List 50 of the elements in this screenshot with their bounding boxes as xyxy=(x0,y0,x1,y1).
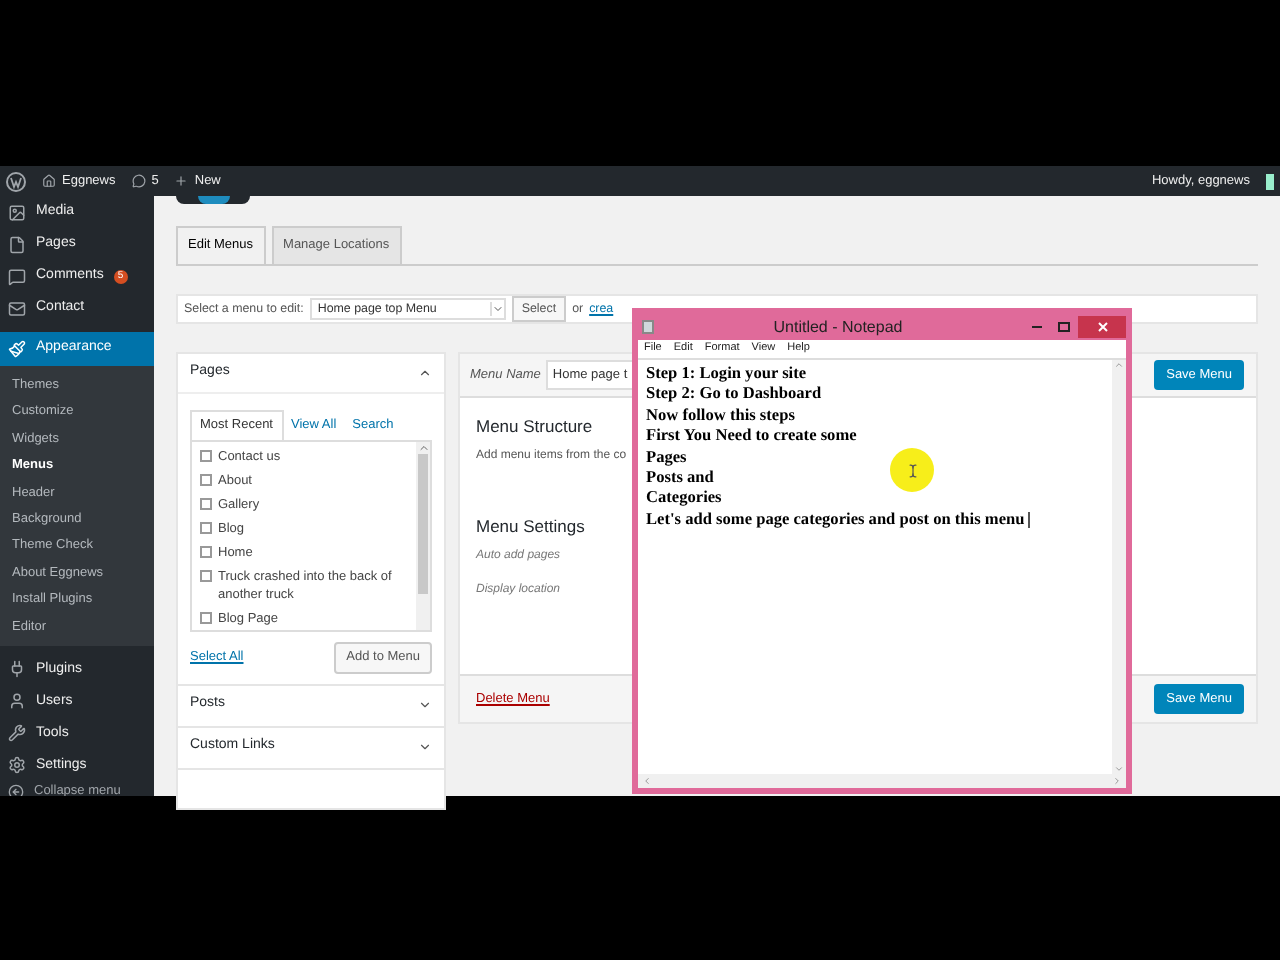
caret-up-icon[interactable] xyxy=(418,366,432,381)
comment-icon xyxy=(131,174,146,188)
checkbox[interactable] xyxy=(200,473,212,486)
text-line: Pages xyxy=(646,447,687,469)
close-icon xyxy=(1097,322,1107,332)
text-line: Now follow this steps xyxy=(646,405,795,427)
wordpress-logo-icon[interactable] xyxy=(6,171,26,191)
scroll-up-icon[interactable] xyxy=(417,441,429,454)
menu-item-icon xyxy=(8,724,26,743)
text-line: Step 2: Go to Dashboard xyxy=(646,384,822,406)
scroll-down-icon[interactable] xyxy=(1114,764,1124,774)
section-heading: Menu Structure xyxy=(476,414,593,440)
menu-item-icon xyxy=(8,756,26,775)
caret-down-icon xyxy=(418,698,432,713)
scrollbar[interactable] xyxy=(416,441,430,630)
close-button[interactable] xyxy=(1078,316,1126,338)
dropdown-caret-icon xyxy=(489,301,504,316)
checkbox[interactable] xyxy=(200,449,212,462)
scroll-right-icon[interactable] xyxy=(1112,776,1122,786)
menu-item-icon xyxy=(8,692,26,711)
text-line: Posts and xyxy=(646,468,714,489)
checkbox[interactable] xyxy=(200,497,212,510)
text-caret xyxy=(1028,512,1031,529)
menu-item-icon xyxy=(8,203,26,221)
text-line: First You Need to create some xyxy=(646,426,857,448)
notepad-app-icon xyxy=(642,320,654,334)
caret-down-icon xyxy=(418,740,432,755)
checkbox[interactable] xyxy=(200,611,212,624)
home-icon xyxy=(42,174,56,188)
checkbox[interactable] xyxy=(200,521,212,534)
checkbox[interactable] xyxy=(200,569,212,582)
text-line: Let's add some page categories and post on this menu xyxy=(646,509,1025,531)
scroll-left-icon[interactable] xyxy=(642,776,652,786)
section-heading: Menu Settings xyxy=(476,513,585,540)
scroll-up-icon[interactable] xyxy=(1114,360,1124,370)
menu-item-icon xyxy=(8,235,26,253)
window-title: Untitled - Notepad xyxy=(771,315,905,339)
plus-icon xyxy=(174,174,189,188)
checkbox[interactable] xyxy=(200,545,212,558)
menu-item-icon xyxy=(8,299,26,317)
menu-item-icon xyxy=(8,340,26,358)
text-line: Categories xyxy=(646,488,722,510)
menu-item-icon xyxy=(8,267,26,285)
vertical-scrollbar[interactable] xyxy=(1112,360,1126,774)
horizontal-scrollbar[interactable] xyxy=(638,774,1126,788)
text-cursor-icon xyxy=(905,463,919,477)
menu-item-icon xyxy=(8,660,26,679)
avatar-icon xyxy=(1266,173,1274,189)
collapse-icon xyxy=(8,783,24,796)
text-line: Step 1: Login your site xyxy=(646,364,807,385)
